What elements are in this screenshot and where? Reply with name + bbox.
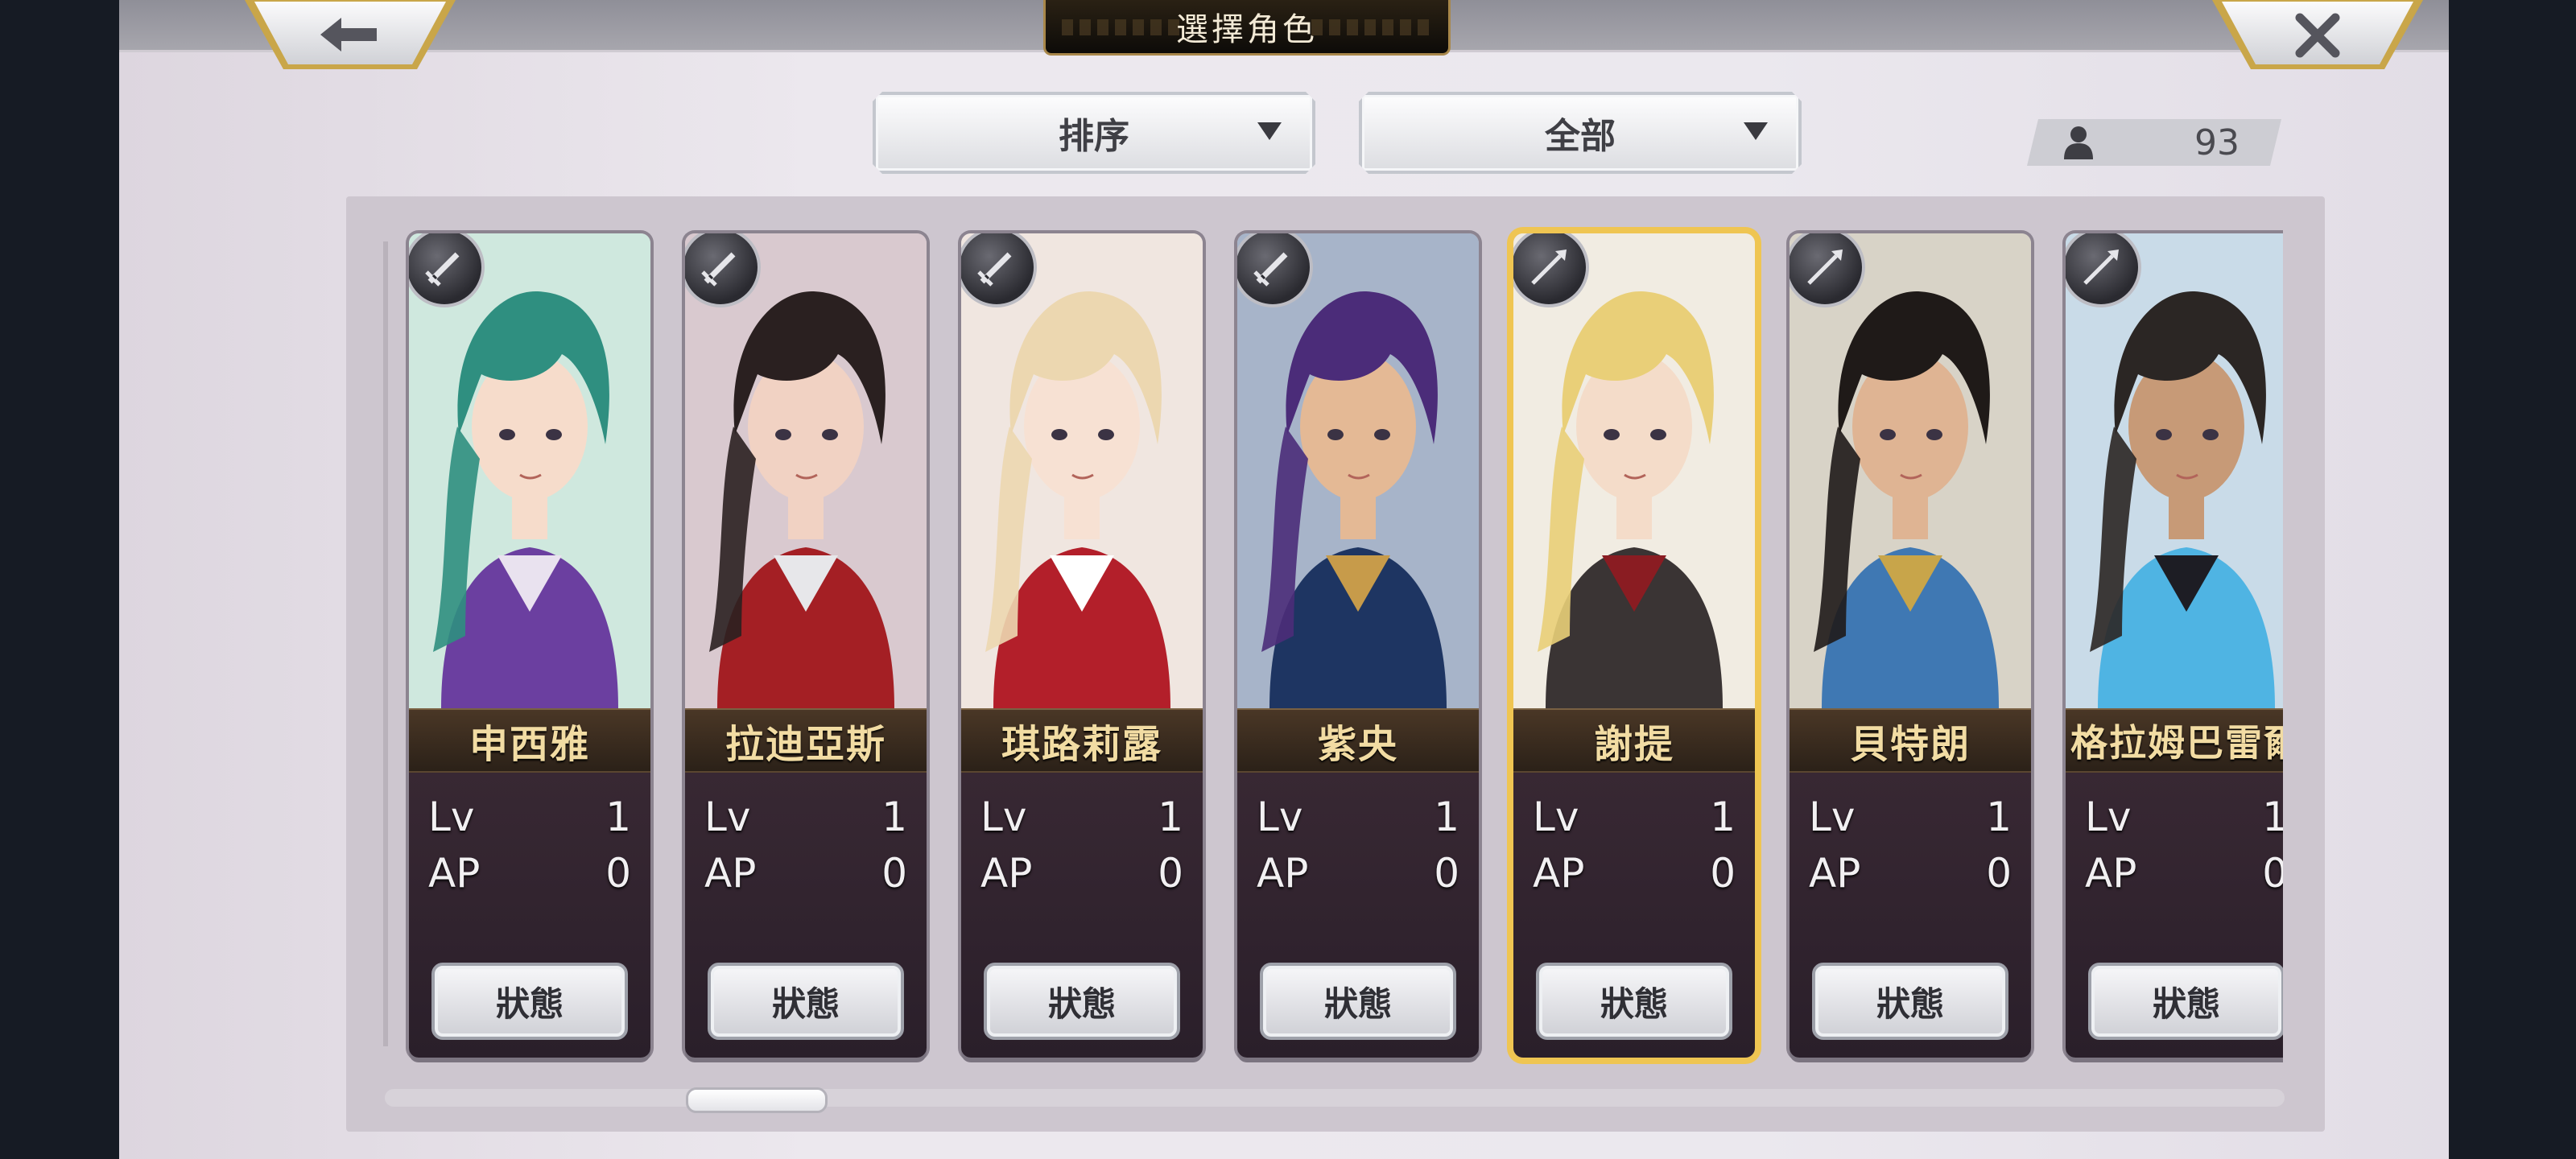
level-value: 1 — [2262, 794, 2283, 840]
level-row: Lv 1 — [980, 794, 1183, 842]
ap-row: AP 0 — [1533, 850, 1736, 898]
ap-value: 0 — [1434, 850, 1459, 897]
page-title: 選擇角色 — [1176, 11, 1318, 48]
level-value: 1 — [1710, 794, 1736, 840]
level-label: Lv — [704, 794, 751, 840]
character-card[interactable]: 申西雅 Lv 1 AP 0 狀態 — [409, 233, 650, 1058]
level-label: Lv — [2085, 794, 2132, 840]
character-name: 拉迪亞斯 — [724, 722, 886, 767]
character-name-bar: 謝提 — [1513, 708, 1755, 773]
character-name: 格拉姆巴雷爾 — [2070, 721, 2283, 765]
ap-value: 0 — [1710, 850, 1736, 897]
level-row: Lv 1 — [704, 794, 907, 842]
character-name-bar: 貝特朗 — [1790, 708, 2031, 773]
character-card[interactable]: 琪路莉露 Lv 1 AP 0 狀態 — [961, 233, 1203, 1058]
horizontal-scrollbar[interactable] — [385, 1089, 2285, 1107]
character-name: 紫央 — [1317, 722, 1398, 767]
level-label: Lv — [1257, 794, 1303, 840]
scrollbar-thumb[interactable] — [686, 1087, 828, 1113]
game-screen: 選擇角色 排序 全部 93 申西雅 Lv 1 AP 0 狀態 拉迪亞斯 Lv 1… — [119, 0, 2449, 1159]
ap-value: 0 — [881, 850, 907, 897]
level-value: 1 — [1434, 794, 1459, 840]
status-button[interactable]: 狀態 — [1536, 963, 1732, 1040]
level-label: Lv — [1533, 794, 1579, 840]
ap-row: AP 0 — [704, 850, 907, 898]
title-decoration-left — [1062, 19, 1183, 35]
sort-dropdown[interactable]: 排序 — [873, 92, 1315, 174]
ap-label: AP — [2085, 850, 2137, 897]
roster-count: 93 — [2027, 119, 2281, 166]
character-name-bar: 申西雅 — [409, 708, 650, 773]
ap-label: AP — [428, 850, 481, 897]
character-name-bar: 拉迪亞斯 — [685, 708, 927, 773]
close-x-icon — [2295, 13, 2340, 58]
character-name: 申西雅 — [469, 722, 590, 767]
back-button[interactable] — [245, 0, 456, 71]
character-name: 謝提 — [1593, 722, 1674, 767]
character-card[interactable]: 謝提 Lv 1 AP 0 狀態 — [1513, 233, 1755, 1058]
character-name-bar: 格拉姆巴雷爾 — [2066, 708, 2283, 773]
status-button[interactable]: 狀態 — [708, 963, 904, 1040]
level-value: 1 — [881, 794, 907, 840]
level-row: Lv 1 — [428, 794, 631, 842]
ap-label: AP — [1809, 850, 1861, 897]
level-label: Lv — [980, 794, 1027, 840]
status-button[interactable]: 狀態 — [984, 963, 1180, 1040]
person-icon — [2062, 126, 2095, 159]
ap-value: 0 — [1986, 850, 2012, 897]
character-card[interactable]: 紫央 Lv 1 AP 0 狀態 — [1237, 233, 1479, 1058]
title-decoration-right — [1311, 19, 1432, 35]
ap-label: AP — [1533, 850, 1585, 897]
close-button[interactable] — [2212, 0, 2423, 71]
character-name: 貝特朗 — [1849, 722, 1971, 767]
filter-dropdown[interactable]: 全部 — [1359, 92, 1802, 174]
character-card[interactable]: 貝特朗 Lv 1 AP 0 狀態 — [1790, 233, 2031, 1058]
character-list[interactable]: 申西雅 Lv 1 AP 0 狀態 拉迪亞斯 Lv 1 AP 0 狀態 琪路莉露 … — [401, 217, 2283, 1070]
level-row: Lv 1 — [2085, 794, 2283, 842]
level-value: 1 — [1986, 794, 2012, 840]
level-row: Lv 1 — [1257, 794, 1459, 842]
level-value: 1 — [1158, 794, 1183, 840]
filter-dropdown-label: 全部 — [1545, 116, 1616, 157]
status-button[interactable]: 狀態 — [431, 963, 628, 1040]
level-label: Lv — [428, 794, 475, 840]
ap-row: AP 0 — [1257, 850, 1459, 898]
character-name: 琪路莉露 — [1001, 722, 1162, 767]
level-value: 1 — [605, 794, 631, 840]
ap-label: AP — [704, 850, 757, 897]
ap-label: AP — [980, 850, 1033, 897]
chevron-down-icon — [1257, 122, 1282, 140]
ap-row: AP 0 — [428, 850, 631, 898]
character-card[interactable]: 格拉姆巴雷爾 Lv 1 AP 0 狀態 — [2066, 233, 2283, 1058]
ap-row: AP 0 — [2085, 850, 2283, 898]
sort-dropdown-label: 排序 — [1059, 116, 1129, 157]
level-row: Lv 1 — [1809, 794, 2012, 842]
status-button[interactable]: 狀態 — [2088, 963, 2283, 1040]
level-label: Lv — [1809, 794, 1856, 840]
status-button[interactable]: 狀態 — [1260, 963, 1456, 1040]
panel-divider — [383, 241, 388, 1046]
ap-label: AP — [1257, 850, 1309, 897]
ap-row: AP 0 — [1809, 850, 2012, 898]
character-name-bar: 紫央 — [1237, 708, 1479, 773]
status-button[interactable]: 狀態 — [1812, 963, 2008, 1040]
roster-count-value: 93 — [2194, 122, 2240, 163]
level-row: Lv 1 — [1533, 794, 1736, 842]
character-name-bar: 琪路莉露 — [961, 708, 1203, 773]
ap-row: AP 0 — [980, 850, 1183, 898]
character-card[interactable]: 拉迪亞斯 Lv 1 AP 0 狀態 — [685, 233, 927, 1058]
ap-value: 0 — [1158, 850, 1183, 897]
arrow-left-icon — [320, 18, 377, 52]
ap-value: 0 — [605, 850, 631, 897]
chevron-down-icon — [1744, 122, 1768, 140]
title-plate: 選擇角色 — [1043, 0, 1451, 56]
ap-value: 0 — [2262, 850, 2283, 897]
